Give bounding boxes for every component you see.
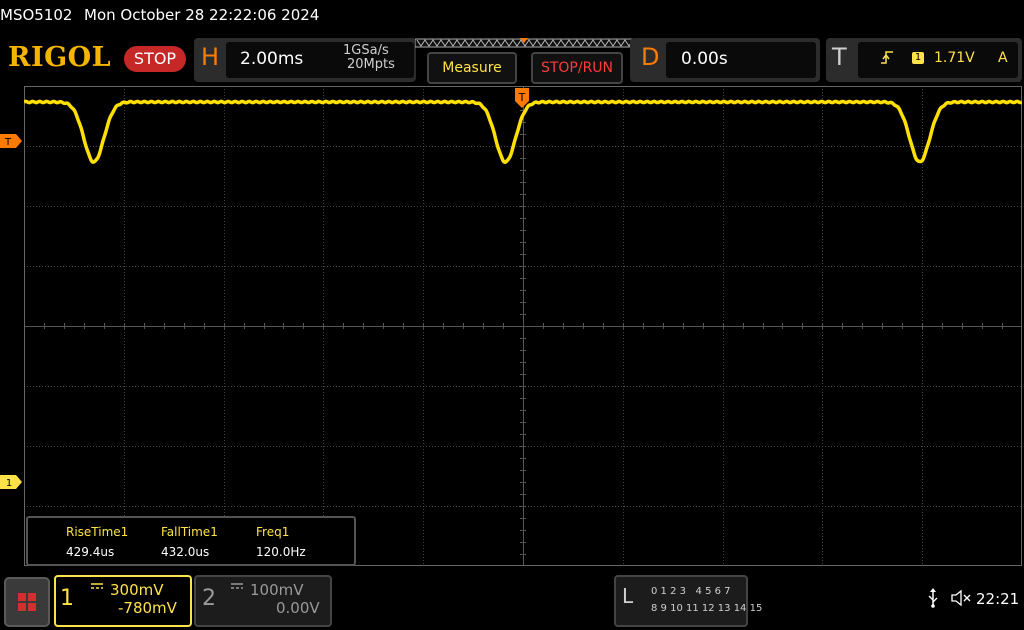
system-clock: 22:21	[976, 590, 1020, 608]
logic-analyzer-letter: L	[622, 584, 634, 608]
trigger-level: 1.71V	[934, 50, 975, 66]
speaker-muted-icon[interactable]	[950, 589, 972, 607]
measurement-value: 120.0Hz	[256, 545, 306, 559]
rigol-logo: RIGOL	[8, 42, 112, 73]
usb-icon	[928, 588, 938, 608]
channel1-offset-label: 1	[6, 478, 12, 489]
delay-value: 0.00s	[681, 49, 728, 69]
stop-run-button[interactable]: STOP/RUN	[531, 52, 623, 84]
trigger-level-label: T	[4, 137, 12, 148]
horizontal-letter: H	[201, 43, 220, 71]
measurement-name: RiseTime1	[66, 525, 129, 539]
model-name: MSO5102	[0, 6, 73, 24]
run-state-badge: STOP	[124, 46, 186, 72]
dc-coupling-icon	[91, 583, 103, 589]
channel1-offset-marker[interactable]: 1	[0, 475, 22, 489]
channel1-scale: 300mV	[110, 581, 164, 599]
trigger-level-marker[interactable]: T	[0, 134, 22, 148]
trigger-position-label: T	[518, 91, 526, 104]
logic-analyzer-button[interactable]	[614, 575, 748, 627]
memory-position-bar[interactable]	[415, 38, 635, 48]
channel2-offset: 0.00V	[276, 599, 320, 617]
trigger-mode: A	[998, 50, 1008, 66]
digital-channels-row2: 8 9 10 11 12 13 14 15	[651, 603, 763, 614]
channel2-number: 2	[202, 586, 216, 611]
memory-depth: 20Mpts	[347, 57, 395, 72]
sample-rate: 1GSa/s	[343, 43, 389, 58]
trigger-position-marker[interactable]: T	[515, 88, 529, 108]
channel1-offset: -780mV	[118, 599, 177, 617]
dc-coupling-icon	[231, 583, 243, 589]
datetime-text: Mon October 28 22:22:06 2024	[84, 6, 320, 24]
measurement-name: FallTime1	[161, 525, 218, 539]
digital-channels-row1: 0 1 2 3 4 5 6 7	[651, 586, 731, 597]
measurement-name: Freq1	[256, 525, 290, 539]
trigger-letter: T	[832, 43, 847, 71]
trigger-source-badge: 1	[912, 52, 924, 64]
channel2-scale: 100mV	[250, 581, 304, 599]
grid-lines	[24, 86, 1022, 566]
measurement-value: 429.4us	[66, 545, 115, 559]
main-menu-button[interactable]	[4, 577, 50, 627]
grid-menu-icon	[18, 593, 36, 611]
measure-button[interactable]: Measure	[427, 52, 517, 84]
rising-edge-icon	[881, 51, 893, 64]
measurement-value: 432.0us	[161, 545, 210, 559]
delay-letter: D	[641, 43, 660, 71]
waveform-display[interactable]	[24, 86, 1022, 566]
channel1-number: 1	[60, 586, 74, 611]
timebase-value: 2.00ms	[240, 49, 304, 69]
